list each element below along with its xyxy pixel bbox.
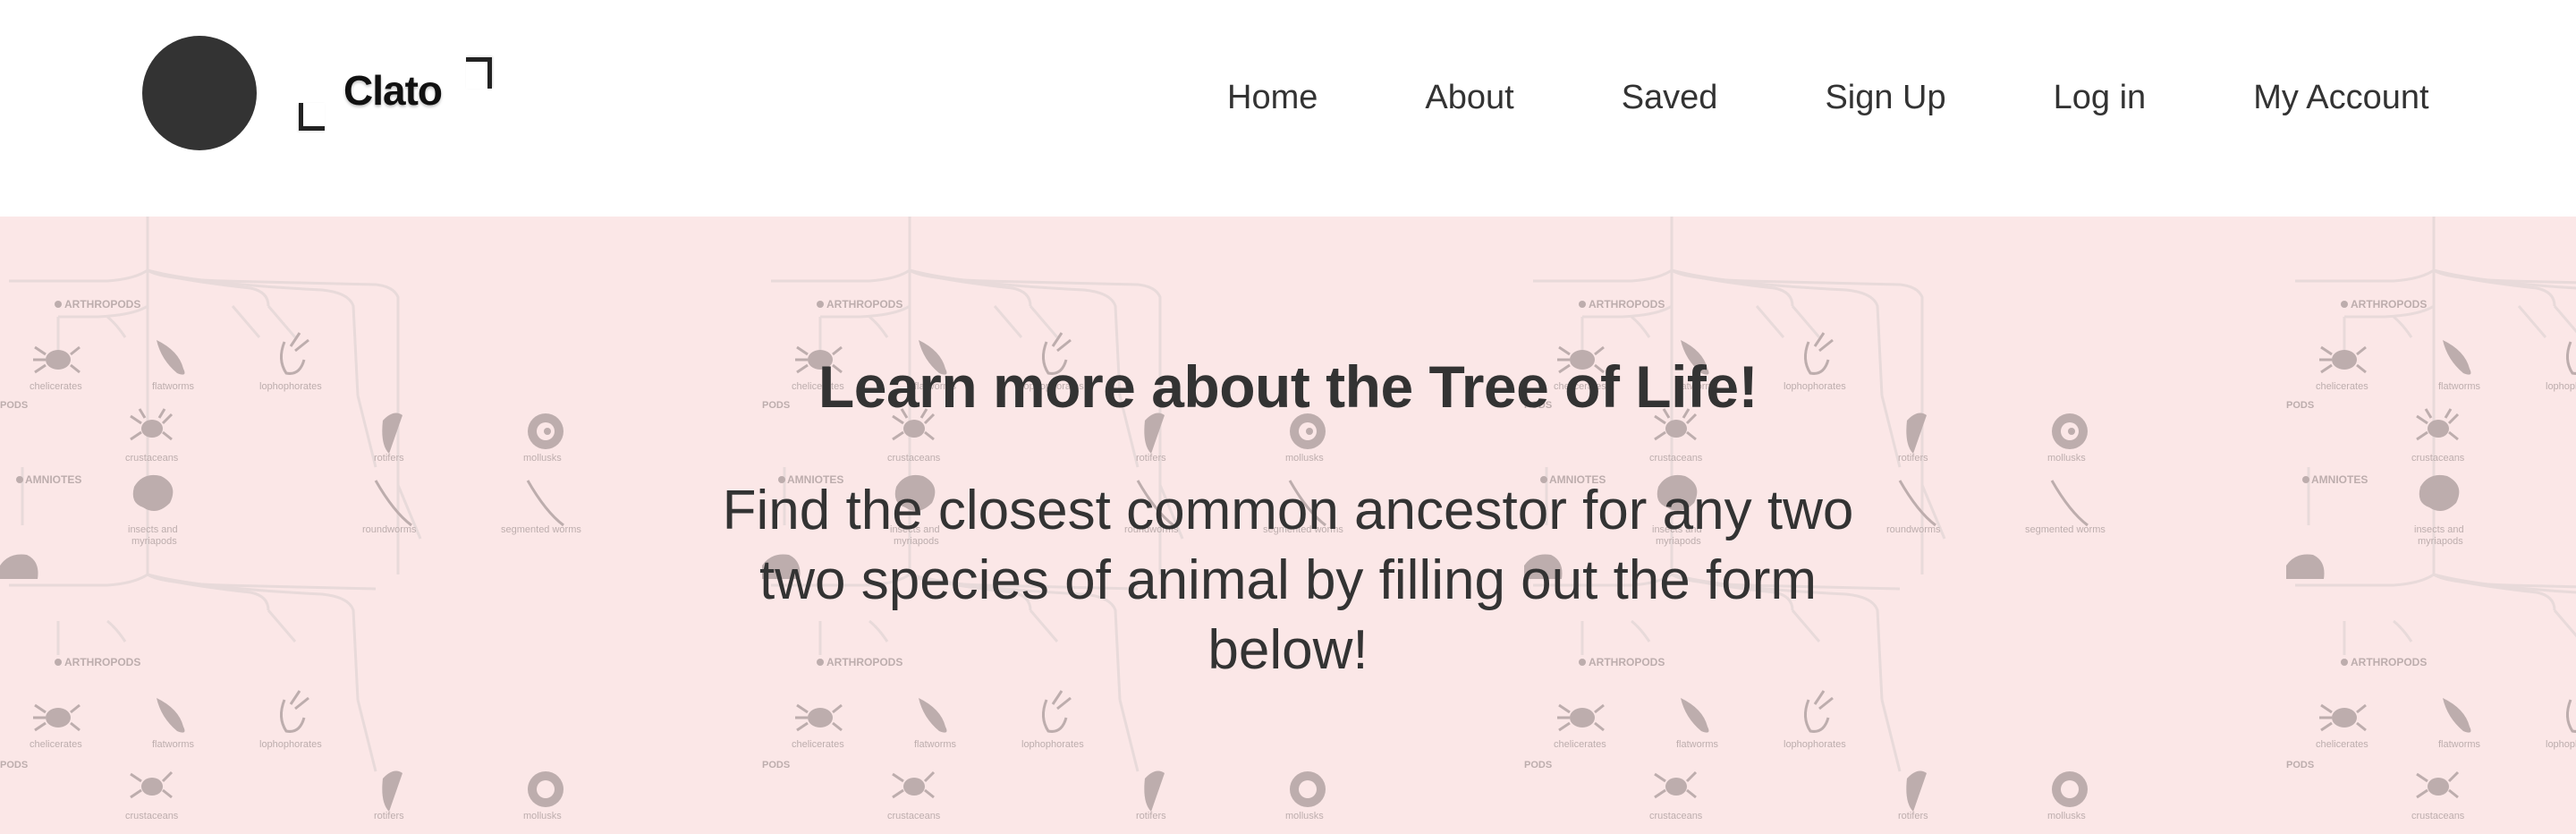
nav-log-in[interactable]: Log in bbox=[2054, 79, 2147, 117]
site-header: Clato Home About Saved Sign Up Log in My… bbox=[0, 0, 2576, 217]
nav-about[interactable]: About bbox=[1425, 79, 1513, 117]
bracket-corner-icon bbox=[299, 103, 325, 131]
hero-title: Learn more about the Tree of Life! bbox=[818, 353, 1758, 420]
brand-name: Clato bbox=[343, 67, 443, 114]
nav-sign-up[interactable]: Sign Up bbox=[1825, 79, 1945, 117]
hero-subtitle: Find the closest common ancestor for any… bbox=[722, 480, 1854, 681]
hero-section: ARTHROPODS AMNIOTES PODS chelicerates fl… bbox=[0, 217, 2576, 834]
main-nav: Home About Saved Sign Up Log in My Accou… bbox=[1227, 79, 2429, 117]
nav-saved[interactable]: Saved bbox=[1622, 79, 1718, 117]
nav-home[interactable]: Home bbox=[1227, 79, 1318, 117]
logo-circle-icon[interactable] bbox=[142, 36, 257, 150]
bracket-corner-icon bbox=[466, 57, 492, 89]
nav-my-account[interactable]: My Account bbox=[2253, 79, 2428, 117]
brand-logo[interactable]: Clato bbox=[295, 55, 492, 131]
